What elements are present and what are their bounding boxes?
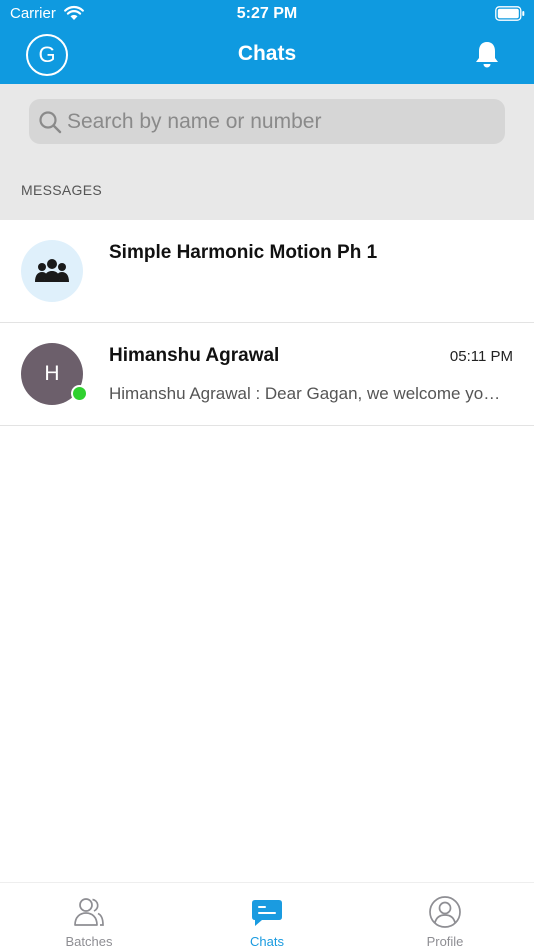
tab-label: Batches [65, 934, 113, 949]
chat-row-user[interactable]: H Himanshu Agrawal 05:11 PM Himanshu Agr… [0, 323, 534, 426]
tab-label: Profile [426, 934, 464, 949]
search-section: MESSAGES [0, 84, 534, 220]
chat-name: Himanshu Agrawal [109, 345, 280, 366]
chat-preview: Himanshu Agrawal : Dear Gagan, we welcom… [109, 384, 509, 403]
messages-section-title: MESSAGES [21, 182, 102, 198]
people-icon [74, 898, 104, 926]
nav-bar: G Chats [0, 28, 534, 84]
tab-batches[interactable]: Batches [0, 883, 178, 950]
search-icon [39, 111, 62, 134]
chat-bubble-icon [252, 900, 282, 926]
chat-name: Simple Harmonic Motion Ph 1 [109, 242, 378, 263]
chat-row-group[interactable]: Simple Harmonic Motion Ph 1 [0, 220, 534, 323]
online-status-dot [71, 385, 88, 402]
app-header: Carrier 5:27 PM G Chats [0, 0, 534, 84]
group-icon [35, 259, 69, 282]
page-title: Chats [237, 42, 297, 65]
status-bar: Carrier 5:27 PM [0, 0, 534, 28]
tab-chats[interactable]: Chats [178, 883, 356, 950]
user-avatar-button[interactable]: G [26, 34, 68, 76]
search-input[interactable] [67, 99, 497, 144]
tab-label: Chats [250, 934, 284, 949]
tab-bar: Batches Chats Profile [0, 882, 534, 950]
battery-icon [495, 6, 525, 21]
profile-icon [429, 896, 461, 928]
search-bar[interactable] [29, 99, 505, 144]
tab-profile[interactable]: Profile [356, 883, 534, 950]
status-time: 5:27 PM [236, 5, 298, 22]
chat-time: 05:11 PM [449, 348, 513, 365]
group-avatar [21, 240, 83, 302]
bell-icon[interactable] [473, 40, 501, 70]
